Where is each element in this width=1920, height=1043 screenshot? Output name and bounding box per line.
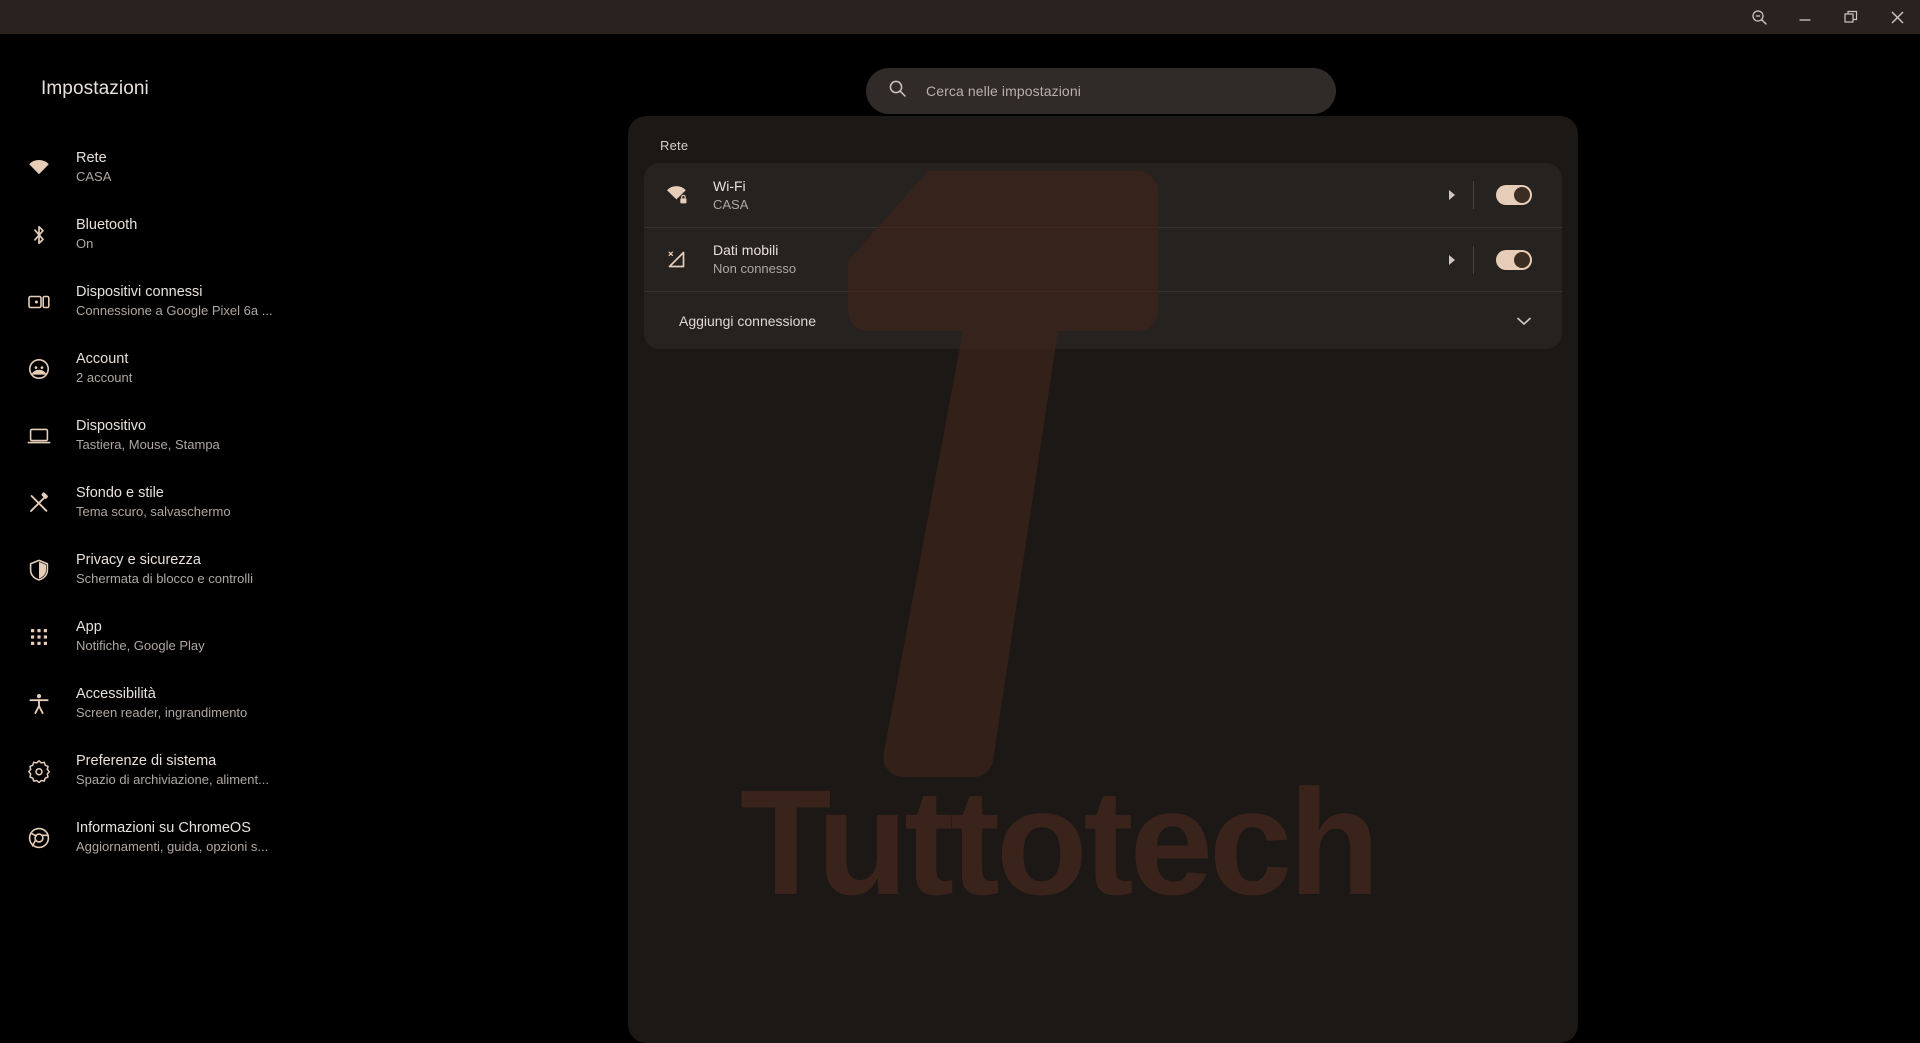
wifi-icon — [24, 153, 54, 183]
chevron-right-icon[interactable] — [1435, 163, 1469, 227]
zoom-out-button[interactable] — [1736, 0, 1782, 34]
toggle-knob — [1514, 252, 1530, 268]
minimize-button[interactable] — [1782, 0, 1828, 34]
sidebar-item-title: Informazioni su ChromeOS — [76, 820, 268, 837]
sidebar-item-preferenze-di-sistema[interactable]: Preferenze di sistema Spazio di archivia… — [0, 737, 330, 804]
page-title: Impostazioni — [41, 78, 149, 100]
network-row-wifi[interactable]: Wi-Fi CASA — [644, 163, 1562, 227]
apps-grid-icon — [24, 622, 54, 652]
sidebar-item-subtitle: Tema scuro, salvaschermo — [76, 504, 231, 520]
network-row-title: Wi-Fi — [713, 178, 1435, 195]
sidebar-item-title: Account — [76, 351, 132, 368]
close-button[interactable] — [1874, 0, 1920, 34]
mobile-data-toggle[interactable] — [1496, 250, 1532, 270]
sidebar-item-title: Sfondo e stile — [76, 485, 231, 502]
zoom-out-icon — [1751, 9, 1768, 26]
sidebar-item-bluetooth[interactable]: Bluetooth On — [0, 201, 330, 268]
close-icon — [1889, 9, 1906, 26]
restore-icon — [1843, 9, 1859, 25]
sidebar-item-title: Privacy e sicurezza — [76, 552, 253, 569]
network-row-subtitle: CASA — [713, 197, 1435, 213]
sidebar-item-subtitle: Notifiche, Google Play — [76, 638, 205, 654]
sidebar-item-dispositivi-connessi[interactable]: Dispositivi connessi Connessione a Googl… — [0, 268, 330, 335]
sidebar-item-subtitle: Spazio di archiviazione, aliment... — [76, 772, 269, 788]
wifi-toggle[interactable] — [1496, 185, 1532, 205]
shield-icon — [24, 555, 54, 585]
minimize-icon — [1797, 9, 1813, 25]
chrome-icon — [24, 823, 54, 853]
sidebar-item-subtitle: 2 account — [76, 370, 132, 386]
sidebar-item-title: Dispositivi connessi — [76, 284, 273, 301]
sidebar-item-title: Preferenze di sistema — [76, 753, 269, 770]
network-settings-card: Rete Wi-Fi CASA — [628, 116, 1578, 1043]
gear-icon — [24, 756, 54, 786]
network-row-title: Dati mobili — [713, 242, 1435, 259]
brush-icon — [24, 488, 54, 518]
row-divider — [1473, 246, 1474, 274]
sidebar-item-rete[interactable]: Rete CASA — [0, 134, 330, 201]
add-connection-row[interactable]: Aggiungi connessione — [644, 291, 1562, 349]
accessibility-icon — [24, 689, 54, 719]
sidebar-item-subtitle: Connessione a Google Pixel 6a ... — [76, 303, 273, 319]
toggle-knob — [1514, 187, 1530, 203]
card-section-heading: Rete — [660, 138, 688, 153]
window-titlebar — [0, 0, 1920, 34]
chevron-right-icon[interactable] — [1435, 228, 1469, 292]
sidebar-item-title: App — [76, 619, 205, 636]
laptop-icon — [24, 421, 54, 451]
settings-app: Impostazioni Cerca nelle impostazioni Re… — [0, 34, 1920, 1027]
mobile-data-off-icon — [663, 246, 691, 274]
chevron-down-icon[interactable] — [1512, 309, 1536, 333]
sidebar-item-app[interactable]: App Notifiche, Google Play — [0, 603, 330, 670]
wifi-lock-icon — [663, 181, 691, 209]
sidebar-item-subtitle: Screen reader, ingrandimento — [76, 705, 247, 721]
sidebar-item-title: Bluetooth — [76, 217, 137, 234]
bluetooth-icon — [24, 220, 54, 250]
network-row-subtitle: Non connesso — [713, 261, 1435, 277]
sidebar-item-subtitle: Tastiera, Mouse, Stampa — [76, 437, 220, 453]
sidebar-item-informazioni-su-chromeos[interactable]: Informazioni su ChromeOS Aggiornamenti, … — [0, 804, 330, 871]
sidebar-item-title: Dispositivo — [76, 418, 220, 435]
network-row-mobile-data[interactable]: Dati mobili Non connesso — [644, 227, 1562, 291]
devices-icon — [24, 287, 54, 317]
sidebar: Rete CASA Bluetooth On — [0, 134, 330, 871]
sidebar-item-subtitle: CASA — [76, 169, 111, 185]
sidebar-item-title: Rete — [76, 150, 111, 167]
sidebar-item-dispositivo[interactable]: Dispositivo Tastiera, Mouse, Stampa — [0, 402, 330, 469]
sidebar-item-sfondo-e-stile[interactable]: Sfondo e stile Tema scuro, salvaschermo — [0, 469, 330, 536]
row-divider — [1473, 181, 1474, 209]
search-placeholder: Cerca nelle impostazioni — [926, 83, 1081, 99]
sidebar-item-privacy-e-sicurezza[interactable]: Privacy e sicurezza Schermata di blocco … — [0, 536, 330, 603]
search-icon — [888, 79, 907, 103]
add-connection-label: Aggiungi connessione — [679, 313, 1512, 329]
account-icon — [24, 354, 54, 384]
sidebar-item-subtitle: On — [76, 236, 137, 252]
sidebar-item-subtitle: Aggiornamenti, guida, opzioni s... — [76, 839, 268, 855]
restore-button[interactable] — [1828, 0, 1874, 34]
sidebar-item-title: Accessibilità — [76, 686, 247, 703]
sidebar-item-accessibilita[interactable]: Accessibilità Screen reader, ingrandimen… — [0, 670, 330, 737]
search-input[interactable]: Cerca nelle impostazioni — [866, 68, 1336, 114]
sidebar-item-account[interactable]: Account 2 account — [0, 335, 330, 402]
sidebar-item-subtitle: Schermata di blocco e controlli — [76, 571, 253, 587]
network-list: Wi-Fi CASA — [644, 163, 1562, 349]
